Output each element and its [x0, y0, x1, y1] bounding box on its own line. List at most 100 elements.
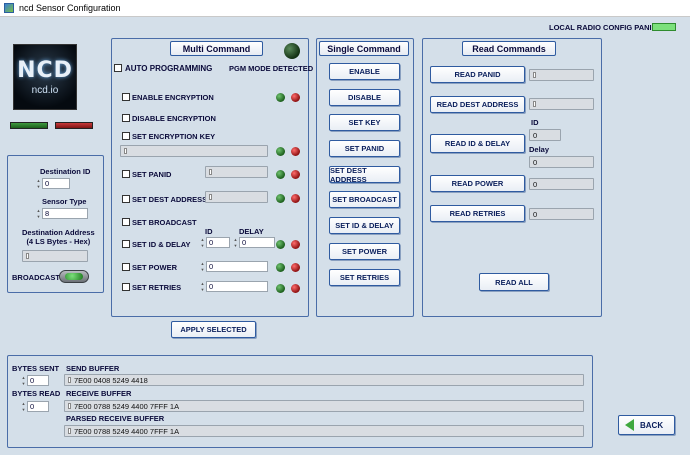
read-retries-output: 0 — [529, 208, 594, 220]
set-dest-address-label: SET DEST ADDRESS — [132, 195, 208, 204]
auto-programming-checkbox[interactable] — [114, 64, 122, 72]
bytes-sent-display: ▲ ▼ 0 — [20, 375, 49, 386]
read-all-button[interactable]: READ ALL — [479, 273, 549, 291]
read-id-label: ID — [531, 118, 539, 127]
bytes-sent-stepper: ▲ ▼ — [21, 375, 26, 386]
title-bar: ncd Sensor Configuration — [0, 0, 690, 17]
single-command-title: Single Command — [319, 41, 409, 56]
encryption-key-input[interactable] — [120, 145, 268, 157]
destination-id-stepper[interactable]: ▲ ▼ — [35, 178, 42, 189]
local-radio-label: LOCAL RADIO CONFIG PANID — [549, 23, 658, 32]
set-panid-checkbox[interactable] — [122, 170, 130, 178]
dest-address-input[interactable] — [205, 191, 268, 203]
single-set-power-button[interactable]: SET POWER — [329, 243, 400, 260]
id-value-stepper[interactable]: ▲ ▼ — [199, 237, 206, 248]
logo-site: ncd.io — [31, 85, 59, 96]
auto-programming-label: AUTO PROGRAMMING — [125, 64, 213, 73]
panid-input[interactable] — [205, 166, 268, 178]
status-red-bar — [55, 122, 93, 129]
read-id-output: 0 — [529, 129, 561, 141]
retries-ok-led — [276, 284, 285, 293]
read-dest-address-output — [529, 98, 594, 110]
enable-encryption-label: ENABLE ENCRYPTION — [132, 93, 214, 102]
window-title: ncd Sensor Configuration — [19, 3, 121, 13]
sensor-type-label: Sensor Type — [42, 197, 87, 206]
panid-err-led — [291, 170, 300, 179]
set-dest-address-checkbox[interactable] — [122, 195, 130, 203]
broadcast-toggle-light — [65, 273, 83, 280]
apply-selected-button[interactable]: APPLY SELECTED — [171, 321, 256, 338]
retries-value-stepper[interactable]: ▲ ▼ — [199, 281, 206, 292]
set-panid-label: SET PANID — [132, 170, 172, 179]
pgm-mode-label: PGM MODE DETECTED — [229, 64, 314, 73]
logo-brand: NCD — [17, 58, 73, 83]
destination-id-input[interactable]: ▲ ▼ 0 — [35, 178, 70, 189]
receive-buffer-label: RECEIVE BUFFER — [66, 389, 132, 398]
local-radio-indicator — [652, 23, 676, 31]
status-green-bar — [10, 122, 48, 129]
power-value-stepper[interactable]: ▲ ▼ — [199, 261, 206, 272]
enable-encryption-err-led — [291, 93, 300, 102]
single-set-key-button[interactable]: SET KEY — [329, 114, 400, 131]
read-retries-button[interactable]: READ RETRIES — [430, 205, 525, 222]
set-retries-checkbox[interactable] — [122, 283, 130, 291]
receive-buffer-field: 7E00 0788 5249 4400 7FFF 1A — [64, 400, 584, 412]
back-arrow-icon — [625, 419, 634, 431]
read-dest-address-button[interactable]: READ DEST ADDRESS — [430, 96, 525, 113]
sensor-type-stepper[interactable]: ▲ ▼ — [35, 208, 42, 219]
single-set-dest-address-button[interactable]: SET DEST ADDRESS — [329, 166, 400, 184]
set-broadcast-label: SET BROADCAST — [132, 218, 197, 227]
bytes-sent-label: BYTES SENT — [12, 364, 60, 373]
pgm-mode-led — [284, 43, 300, 59]
read-id-delay-button[interactable]: READ ID & DELAY — [430, 134, 525, 153]
id-column-label: ID — [205, 227, 213, 236]
parsed-buffer-label: PARSED RECEIVE BUFFER — [66, 414, 165, 423]
send-buffer-label: SEND BUFFER — [66, 364, 120, 373]
app-icon — [4, 3, 14, 13]
single-enable-button[interactable]: ENABLE — [329, 63, 400, 80]
set-retries-label: SET RETRIES — [132, 283, 182, 292]
id-value-input[interactable]: ▲ ▼ 0 — [199, 237, 230, 248]
parsed-buffer-field: 7E00 0788 5249 4400 7FFF 1A — [64, 425, 584, 437]
encryption-key-err-led — [291, 147, 300, 156]
disable-encryption-checkbox[interactable] — [122, 114, 130, 122]
single-set-id-delay-button[interactable]: SET ID & DELAY — [329, 217, 400, 234]
read-panid-button[interactable]: READ PANID — [430, 66, 525, 83]
broadcast-toggle[interactable] — [59, 270, 89, 283]
single-set-retries-button[interactable]: SET RETRIES — [329, 269, 400, 286]
dest-address-ok-led — [276, 194, 285, 203]
bytes-read-display: ▲ ▼ 0 — [20, 401, 49, 412]
delay-column-label: DELAY — [239, 227, 264, 236]
set-id-delay-label: SET ID & DELAY — [132, 240, 191, 249]
delay-value-stepper[interactable]: ▲ ▼ — [232, 237, 239, 248]
single-disable-button[interactable]: DISABLE — [329, 89, 400, 106]
send-buffer-field: 7E00 0408 5249 4418 — [64, 374, 584, 386]
single-set-broadcast-button[interactable]: SET BROADCAST — [329, 191, 400, 208]
set-power-label: SET POWER — [132, 263, 178, 272]
enable-encryption-ok-led — [276, 93, 285, 102]
id-delay-err-led — [291, 240, 300, 249]
read-power-button[interactable]: READ POWER — [430, 175, 525, 192]
back-button-label: BACK — [640, 420, 664, 430]
set-broadcast-checkbox[interactable] — [122, 218, 130, 226]
destination-address-input[interactable] — [22, 250, 88, 262]
bytes-read-stepper: ▲ ▼ — [21, 401, 26, 412]
single-set-panid-button[interactable]: SET PANID — [329, 140, 400, 157]
dest-address-err-led — [291, 194, 300, 203]
multi-command-title: Multi Command — [170, 41, 263, 56]
read-delay-output: 0 — [529, 156, 594, 168]
bytes-read-label: BYTES READ — [12, 389, 61, 398]
enable-encryption-checkbox[interactable] — [122, 93, 130, 101]
delay-value-input[interactable]: ▲ ▼ 0 — [232, 237, 275, 248]
read-commands-title: Read Commands — [462, 41, 556, 56]
broadcast-label: BROADCAST — [12, 273, 60, 282]
set-encryption-key-label: SET ENCRYPTION KEY — [132, 132, 216, 141]
set-encryption-key-checkbox[interactable] — [122, 132, 130, 140]
power-value-input[interactable]: ▲ ▼ 0 — [199, 261, 268, 272]
set-power-checkbox[interactable] — [122, 263, 130, 271]
sensor-type-input[interactable]: ▲ ▼ 8 — [35, 208, 88, 219]
retries-value-input[interactable]: ▲ ▼ 0 — [199, 281, 268, 292]
power-err-led — [291, 263, 300, 272]
back-button[interactable]: BACK — [618, 415, 675, 435]
set-id-delay-checkbox[interactable] — [122, 240, 130, 248]
